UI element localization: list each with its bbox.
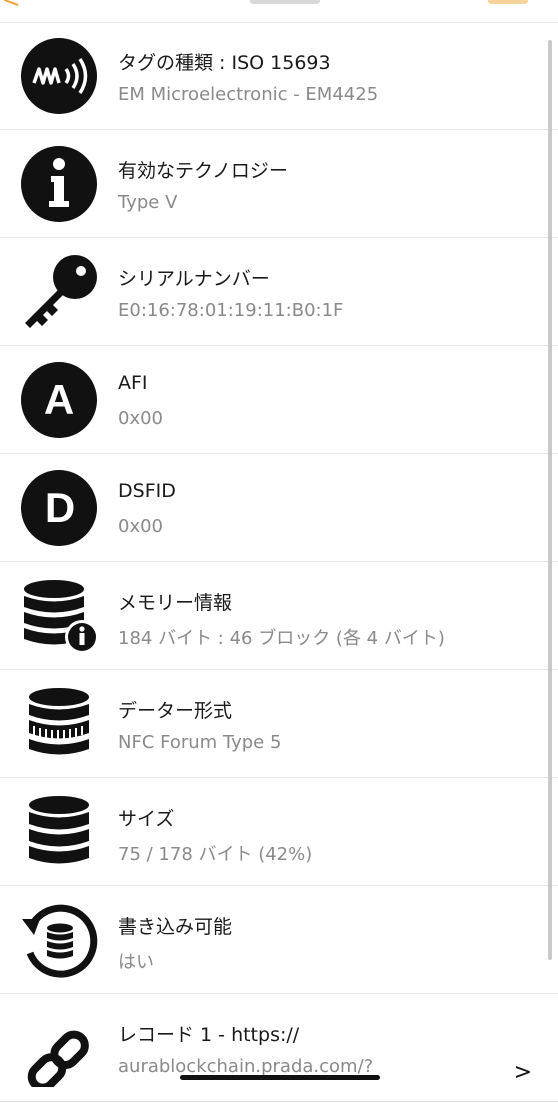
link-icon <box>27 1030 89 1087</box>
row-value: 75 / 178 バイト (42%) <box>118 844 313 865</box>
list-item-data-format: データー形式 NFC Forum Type 5 <box>0 670 558 778</box>
top-navigation-bar: < <box>0 0 558 23</box>
letter-a-icon: A <box>21 362 97 438</box>
row-value: はい <box>118 952 154 973</box>
row-title: サイズ <box>118 808 175 830</box>
tag-info-list: タグの種類 : ISO 15693 EM Microelectronic - E… <box>0 22 558 1102</box>
row-title: データー形式 <box>118 700 233 722</box>
row-value: 0x00 <box>118 408 164 429</box>
row-value: NFC Forum Type 5 <box>118 732 282 753</box>
row-title: 有効なテクノロジー <box>118 160 288 182</box>
row-value: EM Microelectronic - EM4425 <box>118 84 379 105</box>
back-button[interactable]: < <box>2 0 20 13</box>
row-title: タグの種類 : ISO 15693 <box>118 52 331 74</box>
list-item-tag-type: タグの種類 : ISO 15693 EM Microelectronic - E… <box>0 22 558 130</box>
row-title: AFI <box>118 372 148 394</box>
nav-title-cutoff <box>250 0 320 4</box>
list-item-serial-number: シリアルナンバー E0:16:78:01:19:11:B0:1F <box>0 238 558 346</box>
database-icon <box>29 796 89 864</box>
list-item-memory-info: メモリー情報 184 バイト : 46 ブロック (各 4 バイト) <box>0 562 558 670</box>
icon-letter: A <box>44 376 74 423</box>
nav-action-cutoff[interactable] <box>488 0 528 4</box>
database-restore-icon <box>22 904 98 978</box>
row-value: Type V <box>118 192 178 213</box>
row-value: E0:16:78:01:19:11:B0:1F <box>118 300 344 321</box>
chevron-right-icon[interactable]: > <box>514 1060 532 1085</box>
row-title: シリアルナンバー <box>118 268 270 290</box>
row-value: 0x00 <box>118 516 164 537</box>
letter-d-icon: D <box>21 470 97 546</box>
row-title: メモリー情報 <box>118 592 233 614</box>
key-icon <box>25 255 97 328</box>
list-item-technology: 有効なテクノロジー Type V <box>0 130 558 238</box>
row-value: aurablockchain.prada.com/? <box>118 1056 374 1077</box>
list-item-size: サイズ 75 / 178 バイト (42%) <box>0 778 558 886</box>
list-item-afi: A AFI 0x00 <box>0 346 558 454</box>
row-title: レコード 1 - https:// <box>118 1024 300 1046</box>
list-item-record-1[interactable]: レコード 1 - https:// aurablockchain.prada.c… <box>0 994 558 1102</box>
row-title: DSFID <box>118 480 176 502</box>
icon-letter: D <box>45 484 75 531</box>
nfc-wave-icon <box>21 38 97 114</box>
home-indicator[interactable] <box>180 1075 380 1080</box>
list-item-dsfid: D DSFID 0x00 <box>0 454 558 562</box>
row-value: 184 バイト : 46 ブロック (各 4 バイト) <box>118 628 445 649</box>
database-format-icon <box>29 688 89 755</box>
row-title: 書き込み可能 <box>118 916 233 938</box>
info-icon <box>21 146 97 222</box>
scrollbar[interactable] <box>548 40 552 960</box>
list-item-writable: 書き込み可能 はい <box>0 886 558 994</box>
database-info-icon <box>24 580 98 654</box>
